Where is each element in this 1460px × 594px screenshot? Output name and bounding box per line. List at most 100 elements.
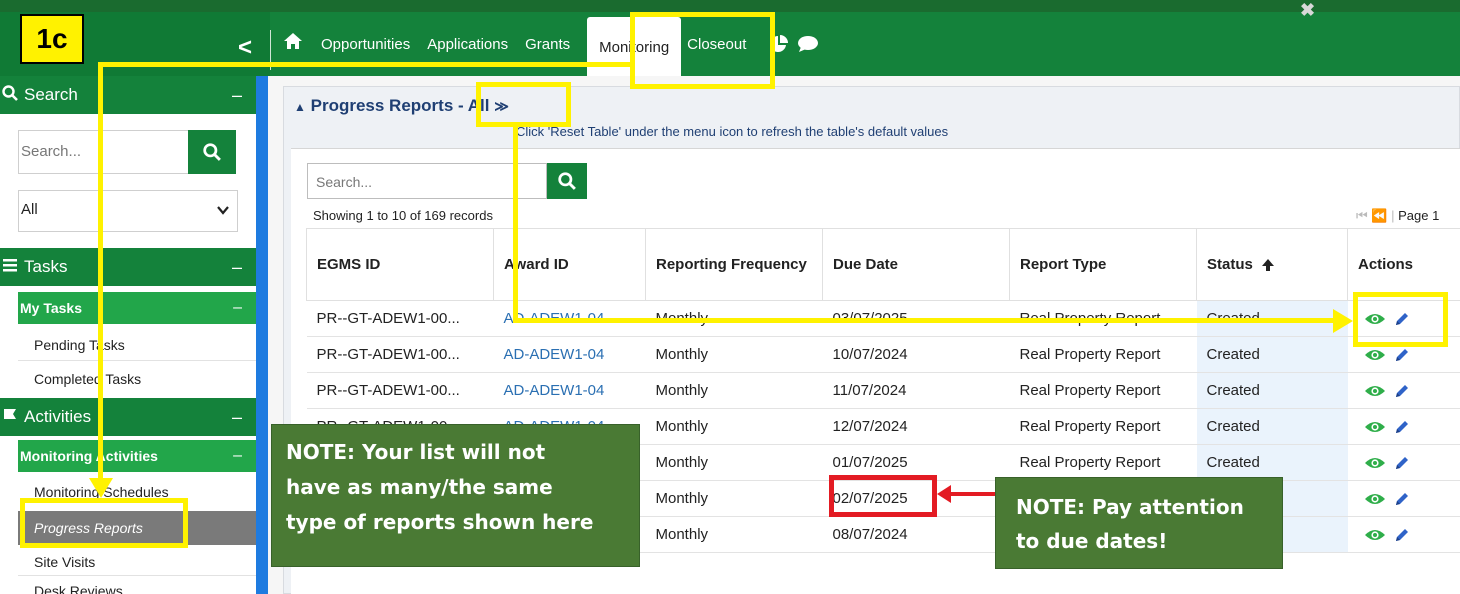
close-icon[interactable]: ✖ xyxy=(1300,0,1315,21)
collapse-section-icon[interactable]: – xyxy=(233,299,242,317)
table-header-row: EGMS ID Award ID Reporting Frequency Due… xyxy=(306,228,1460,301)
cell-actions xyxy=(1347,480,1460,517)
view-eye-icon[interactable] xyxy=(1364,348,1386,362)
sidebar-section-title: Tasks xyxy=(24,257,68,276)
highlight-progress-reports xyxy=(20,498,188,548)
edit-pencil-icon[interactable] xyxy=(1394,455,1410,471)
first-page-icon[interactable]: ⏮ ⏪ xyxy=(1356,208,1388,223)
col-actions: Actions xyxy=(1347,228,1460,301)
sidebar-item-completed-tasks[interactable]: Completed Tasks xyxy=(34,371,141,387)
nav-grants[interactable]: Grants xyxy=(525,36,570,53)
col-status[interactable]: Status xyxy=(1196,228,1348,301)
sidebar-item-site-visits[interactable]: Site Visits xyxy=(34,554,95,570)
table-search-button[interactable] xyxy=(547,163,587,199)
arrow-line xyxy=(98,62,103,482)
view-eye-icon[interactable] xyxy=(1364,420,1386,434)
cell-award-id[interactable]: AD-ADEW1-04 xyxy=(493,336,646,373)
arrow-line xyxy=(513,125,518,323)
sidebar-section-tasks[interactable]: Tasks – xyxy=(0,248,256,286)
table-row: PR--GT-ADEW1-00... AD-ADEW1-04 Monthly 11/0… xyxy=(306,372,1460,409)
sidebar-resize-rail[interactable] xyxy=(256,76,268,594)
edit-pencil-icon[interactable] xyxy=(1394,419,1410,435)
highlight-due-date xyxy=(829,475,937,517)
cell-actions xyxy=(1347,516,1460,553)
nav-opportunities[interactable]: Opportunities xyxy=(321,36,410,53)
cell-report-type: Real Property Report xyxy=(1009,408,1197,445)
cell-egms-id: PR--GT-ADEW1-00... xyxy=(306,300,494,337)
search-icon xyxy=(203,143,221,161)
edit-pencil-icon[interactable] xyxy=(1394,527,1410,543)
cell-award-id[interactable]: AD-ADEW1-04 xyxy=(493,372,646,409)
cell-due-date: 12/07/2024 xyxy=(822,408,1010,445)
col-egms-id[interactable]: EGMS ID xyxy=(306,228,494,301)
sidebar-item-desk-reviews[interactable]: Desk Reviews xyxy=(34,583,123,594)
sidebar-section-search[interactable]: Search – xyxy=(0,76,256,114)
cell-egms-id: PR--GT-ADEW1-00... xyxy=(306,336,494,373)
collapse-triangle-icon: ▲ xyxy=(294,100,306,114)
cell-status: Created xyxy=(1196,372,1348,409)
cell-report-type: Real Property Report xyxy=(1009,372,1197,409)
note-list-differs: NOTE: Your list will not have as many/th… xyxy=(271,424,640,567)
select-value: All xyxy=(21,201,38,218)
collapse-section-icon[interactable]: – xyxy=(232,85,242,106)
sidebar-subsection-monitoring-activities[interactable]: Monitoring Activities – xyxy=(18,440,256,472)
cell-status: Created xyxy=(1196,444,1348,481)
view-eye-icon[interactable] xyxy=(1364,528,1386,542)
sort-ascending-icon xyxy=(1257,256,1275,273)
cell-status: Created xyxy=(1196,408,1348,445)
red-arrow-line xyxy=(950,492,996,496)
chat-bubble-icon[interactable] xyxy=(797,35,819,53)
step-label: 1c xyxy=(20,14,84,64)
arrow-head xyxy=(89,478,113,498)
sidebar-section-activities[interactable]: Activities – xyxy=(0,398,256,436)
collapse-sidebar-icon[interactable]: < xyxy=(238,34,252,62)
arrow-line xyxy=(100,62,634,67)
sidebar-filter-select[interactable]: All xyxy=(18,190,238,232)
collapse-section-icon[interactable]: – xyxy=(232,257,242,278)
pagination: ⏮ ⏪ | Page 1 xyxy=(1356,208,1440,223)
table-search-input[interactable]: Search... xyxy=(307,163,547,199)
view-eye-icon[interactable] xyxy=(1364,492,1386,506)
page-number: Page 1 xyxy=(1398,208,1440,223)
home-icon[interactable] xyxy=(283,32,303,56)
cell-actions xyxy=(1347,444,1460,481)
sidebar-section-title: Activities xyxy=(24,407,92,426)
cell-frequency: Monthly xyxy=(645,372,823,409)
view-eye-icon[interactable] xyxy=(1364,384,1386,398)
subsection-title: My Tasks xyxy=(20,300,82,316)
col-report-type[interactable]: Report Type xyxy=(1009,228,1197,301)
cell-actions xyxy=(1347,372,1460,409)
sidebar-section-title: Search xyxy=(24,85,78,104)
cell-frequency: Monthly xyxy=(645,480,823,517)
col-reporting-frequency[interactable]: Reporting Frequency xyxy=(645,228,823,301)
col-due-date[interactable]: Due Date xyxy=(822,228,1010,301)
records-count: Showing 1 to 10 of 169 records xyxy=(313,208,493,223)
search-icon xyxy=(2,84,24,106)
cell-status: Created xyxy=(1196,336,1348,373)
table-row: PR--GT-ADEW1-00... AD-ADEW1-04 Monthly 10/0… xyxy=(306,336,1460,373)
reset-table-hint: Click 'Reset Table' under the menu icon … xyxy=(516,124,949,139)
cell-actions xyxy=(1347,408,1460,445)
nav-applications[interactable]: Applications xyxy=(427,36,508,53)
sidebar-subsection-my-tasks[interactable]: My Tasks – xyxy=(18,292,256,324)
divider xyxy=(18,360,256,361)
cell-frequency: Monthly xyxy=(645,444,823,481)
edit-pencil-icon[interactable] xyxy=(1394,347,1410,363)
arrow-line xyxy=(513,318,1335,323)
cell-report-type: Real Property Report xyxy=(1009,336,1197,373)
cell-due-date: 08/07/2024 xyxy=(822,516,1010,553)
edit-pencil-icon[interactable] xyxy=(1394,491,1410,507)
window-top-strip xyxy=(0,0,1460,12)
sidebar-search-button[interactable] xyxy=(188,130,236,174)
collapse-section-icon[interactable]: – xyxy=(232,407,242,428)
sidebar-item-pending-tasks[interactable]: Pending Tasks xyxy=(34,337,125,353)
sidebar-search-input[interactable]: Search... xyxy=(18,130,190,174)
col-status-label: Status xyxy=(1207,256,1253,273)
cell-egms-id: PR--GT-ADEW1-00... xyxy=(306,372,494,409)
search-icon xyxy=(558,172,576,190)
screen: < ✖ Opportunities Applications Grants Mo… xyxy=(0,0,1460,594)
collapse-section-icon[interactable]: – xyxy=(233,447,242,465)
edit-pencil-icon[interactable] xyxy=(1394,383,1410,399)
view-eye-icon[interactable] xyxy=(1364,456,1386,470)
divider xyxy=(18,575,256,576)
